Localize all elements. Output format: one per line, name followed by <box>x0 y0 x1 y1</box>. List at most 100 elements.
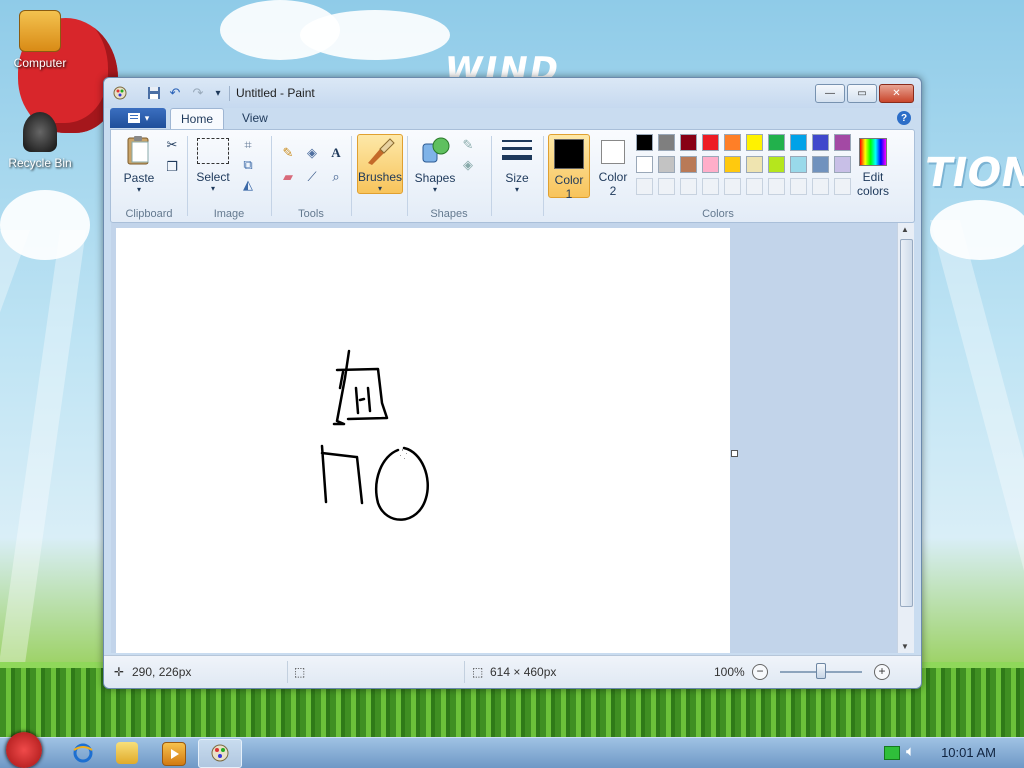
media-player-icon[interactable] <box>162 742 186 766</box>
canvas-size-icon: ⬚ <box>472 665 484 679</box>
custom-color-slot[interactable] <box>746 178 763 195</box>
color-swatch[interactable] <box>636 134 653 151</box>
custom-color-slot[interactable] <box>680 178 697 195</box>
color-swatch[interactable] <box>746 134 763 151</box>
shape-fill-icon[interactable]: ◈ <box>459 156 477 174</box>
taskbar-clock[interactable]: 10:01 AM <box>941 745 996 760</box>
color-swatch[interactable] <box>790 156 807 173</box>
color-swatch[interactable] <box>680 156 697 173</box>
outline-icon[interactable]: ✎ <box>459 136 477 154</box>
color-swatch[interactable] <box>790 134 807 151</box>
color-picker-icon[interactable]: ⟋ <box>303 168 321 186</box>
paint-app-icon[interactable] <box>112 85 128 101</box>
custom-color-slot[interactable] <box>658 178 675 195</box>
brushes-button[interactable]: Brushes ▾ <box>357 134 403 194</box>
paste-button[interactable]: Paste ▾ <box>117 134 161 194</box>
customize-quick-access-button[interactable]: ▾ <box>210 85 226 101</box>
undo-icon[interactable]: ↶ <box>167 85 183 101</box>
color-1-button[interactable]: Color 1 <box>548 134 590 201</box>
color-swatch[interactable] <box>768 134 785 151</box>
zoom-slider-thumb[interactable] <box>816 663 826 679</box>
edit-colors-label-2: colors <box>856 184 889 198</box>
network-icon[interactable] <box>884 746 900 760</box>
paint-menu-button[interactable]: ▾ <box>110 108 166 128</box>
shapes-button[interactable]: Shapes ▾ <box>413 134 457 194</box>
crop-icon[interactable]: ⌗ <box>239 136 257 154</box>
internet-explorer-icon[interactable] <box>72 742 94 764</box>
pencil-icon[interactable]: ✎ <box>279 144 297 162</box>
color-swatch[interactable] <box>680 134 697 151</box>
redo-icon[interactable]: ↷ <box>190 85 206 101</box>
color-swatch[interactable] <box>702 134 719 151</box>
tab-view[interactable]: View <box>232 108 278 128</box>
color-swatch[interactable] <box>658 134 675 151</box>
color-swatch[interactable] <box>746 156 763 173</box>
cut-icon[interactable]: ✂ <box>163 136 181 154</box>
rotate-icon[interactable]: ◭ <box>239 176 257 194</box>
desktop-icon-recycle-bin[interactable]: Recycle Bin <box>0 112 80 170</box>
cursor-position: 290, 226px <box>132 665 192 679</box>
color-swatch[interactable] <box>636 156 653 173</box>
color-swatch[interactable] <box>812 134 829 151</box>
maximize-button[interactable]: ▭ <box>847 84 877 103</box>
select-icon <box>197 138 229 164</box>
custom-color-slot[interactable] <box>724 178 741 195</box>
canvas-resize-handle[interactable] <box>731 450 738 457</box>
brush-icon <box>368 138 395 165</box>
color-2-button[interactable]: Color 2 <box>593 134 633 198</box>
tab-home[interactable]: Home <box>170 108 225 129</box>
taskbar-item-paint[interactable] <box>198 739 242 768</box>
text-icon[interactable]: A <box>327 144 345 162</box>
help-icon[interactable]: ? <box>897 111 911 125</box>
color-swatch[interactable] <box>724 134 741 151</box>
size-button[interactable]: Size ▾ <box>497 134 537 194</box>
minimize-button[interactable]: — <box>815 84 845 103</box>
title-separator <box>229 86 230 101</box>
color-swatch[interactable] <box>702 156 719 173</box>
custom-color-slot[interactable] <box>812 178 829 195</box>
custom-color-slot[interactable] <box>702 178 719 195</box>
save-icon[interactable] <box>146 85 162 101</box>
zoom-in-button[interactable]: + <box>874 664 890 680</box>
selection-size-icon: ⬚ <box>294 665 306 679</box>
eraser-icon[interactable]: ▰ <box>279 168 297 186</box>
separator <box>407 136 408 216</box>
color-swatch[interactable] <box>724 156 741 173</box>
scroll-down-icon[interactable]: ▼ <box>901 642 909 651</box>
vertical-scrollbar[interactable]: ▲ ▼ <box>897 223 914 653</box>
color-swatch[interactable] <box>812 156 829 173</box>
custom-color-slot[interactable] <box>636 178 653 195</box>
select-button[interactable]: Select ▾ <box>193 134 233 193</box>
color-swatch[interactable] <box>834 134 851 151</box>
color-2-number: 2 <box>609 184 617 198</box>
custom-color-slot[interactable] <box>834 178 851 195</box>
close-button[interactable]: ✕ <box>879 84 914 103</box>
title-bar[interactable]: ↶ ↷ ▾ Untitled - Paint — ▭ ✕ <box>104 78 921 108</box>
zoom-out-button[interactable]: − <box>752 664 768 680</box>
separator <box>464 661 465 683</box>
color-swatch[interactable] <box>768 156 785 173</box>
copy-icon[interactable]: ❐ <box>163 158 181 176</box>
edit-colors-button[interactable]: Edit colors <box>853 134 893 198</box>
separator <box>271 136 272 216</box>
fill-icon[interactable]: ◈ <box>303 144 321 162</box>
desktop-icon-computer[interactable]: Computer <box>0 10 80 70</box>
paste-label: Paste <box>123 171 155 185</box>
custom-color-slot[interactable] <box>790 178 807 195</box>
taskbar: 🔈︎ 10:01 AM <box>0 732 1024 768</box>
explorer-icon[interactable] <box>116 742 138 764</box>
color-swatch[interactable] <box>834 156 851 173</box>
color-swatch[interactable] <box>658 156 675 173</box>
drawing-canvas[interactable] <box>116 228 730 653</box>
resize-icon[interactable]: ⧉ <box>239 156 257 174</box>
volume-icon[interactable]: 🔈︎ <box>906 743 915 760</box>
chevron-down-icon: ▾ <box>144 112 150 123</box>
group-label-shapes: Shapes <box>430 208 468 220</box>
custom-color-slot[interactable] <box>768 178 785 195</box>
select-label: Select <box>196 170 230 184</box>
brushes-label: Brushes <box>358 170 403 184</box>
scroll-up-icon[interactable]: ▲ <box>901 225 909 234</box>
magnifier-icon[interactable]: ⌕ <box>327 168 345 186</box>
start-button[interactable] <box>6 732 42 768</box>
scrollbar-thumb[interactable] <box>900 239 913 607</box>
